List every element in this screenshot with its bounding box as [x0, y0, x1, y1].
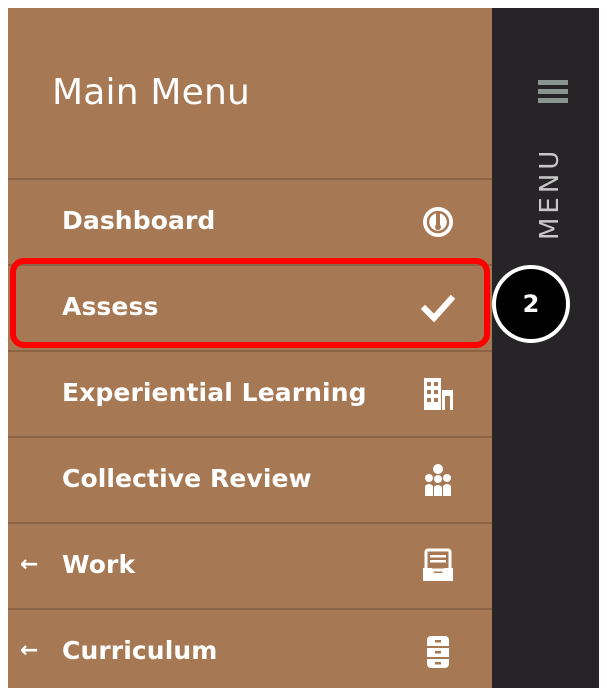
expand-arrow-icon: ← [20, 552, 39, 577]
group-icon [420, 462, 456, 498]
cabinet-icon [420, 634, 456, 670]
menu-item-work[interactable]: ← Work [8, 522, 492, 606]
menu-item-label: Curriculum [62, 636, 218, 665]
menu-rail-label[interactable]: MENU [530, 40, 570, 240]
inbox-tray-icon [420, 548, 456, 584]
menu-item-label: Dashboard [62, 206, 216, 235]
menu-item-label: Collective Review [62, 464, 312, 493]
dashboard-gauge-icon [420, 204, 456, 240]
step-number-badge: 2 [492, 265, 570, 343]
main-menu-title: Main Menu [52, 72, 251, 113]
menu-item-dashboard[interactable]: Dashboard [8, 178, 492, 262]
expand-arrow-icon: ← [20, 638, 39, 663]
menu-item-label: Work [62, 550, 136, 579]
menu-item-curriculum[interactable]: ← Curriculum [8, 608, 492, 692]
menu-item-collective-review[interactable]: Collective Review [8, 436, 492, 520]
menu-item-experiential-learning[interactable]: Experiential Learning [8, 350, 492, 434]
building-icon [420, 376, 456, 412]
assess-highlight-box [10, 258, 490, 348]
menu-item-label: Experiential Learning [62, 378, 367, 407]
